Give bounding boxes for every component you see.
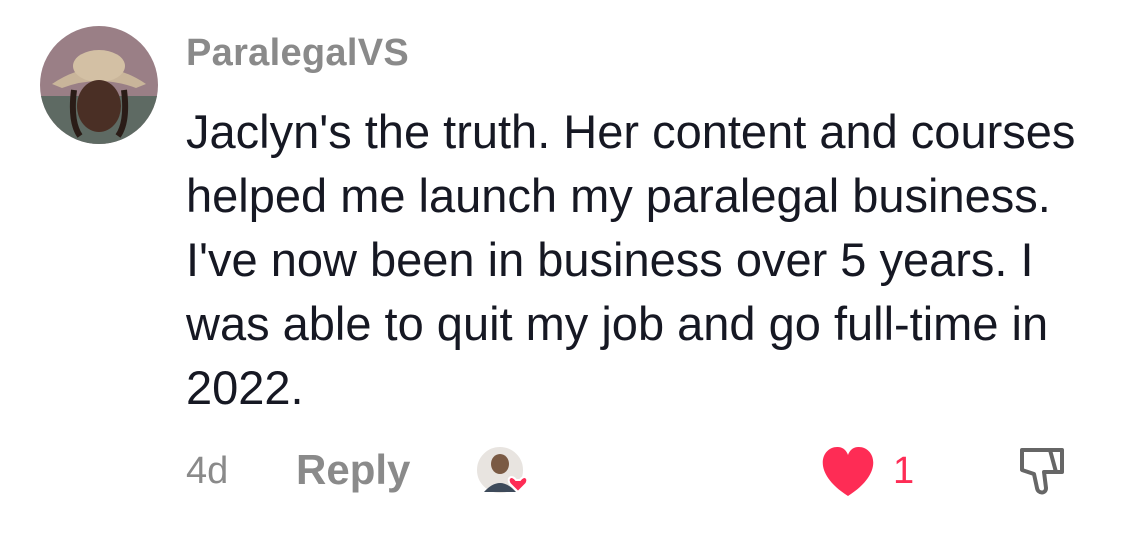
thumbs-down-icon [1020,448,1064,495]
like-button[interactable] [818,444,878,500]
comment-text: Jaclyn's the truth. Her content and cour… [186,105,1076,414]
comment-timestamp: 4d [186,450,229,492]
creator-liked-badge-icon [474,442,536,504]
like-count: 1 [893,450,915,492]
heart-icon [822,446,874,496]
reply-button[interactable]: Reply [296,446,410,494]
comment-username[interactable]: ParalegalVS [186,32,409,75]
comment-actions: 4d Reply 1 [0,440,1125,504]
dislike-button[interactable] [1014,442,1072,500]
avatar[interactable] [40,26,158,144]
